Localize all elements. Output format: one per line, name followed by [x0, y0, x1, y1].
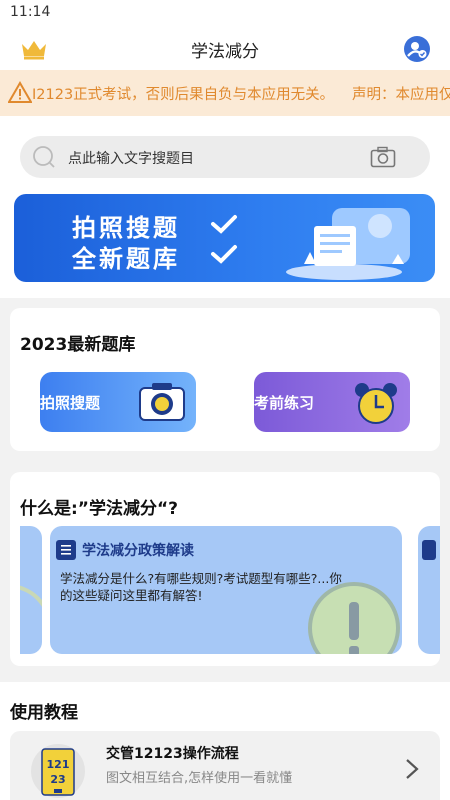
question-bank-card: 2023最新题库 拍照搜题 考前练习	[10, 308, 440, 451]
carousel-prev-card[interactable]	[20, 526, 42, 654]
alarm-clock-icon	[355, 383, 397, 424]
disclaimer-marquee: I2123正式考试，否则后果自负与本应用无关。 声明：本应用仅	[0, 70, 450, 116]
camera-icon[interactable]	[370, 146, 396, 168]
tutorial-item[interactable]: 121 23 交管12123操作流程 图文相互结合,怎样使用一看就懂	[10, 731, 440, 800]
tutorial-thumbnail: 121 23	[31, 744, 85, 798]
exclamation-icon	[308, 582, 400, 654]
photo-search-banner[interactable]: 拍照搜题 全新题库	[14, 194, 435, 282]
search-illustration	[286, 208, 410, 280]
checkmark-icon	[211, 215, 237, 234]
app-header: 学法减分	[0, 26, 450, 70]
exclamation-icon	[20, 585, 42, 654]
photo-search-label: 拍照搜题	[40, 394, 101, 412]
thumb-text-top: 121	[47, 758, 70, 771]
what-is-title: 什么是:”学法减分“?	[20, 499, 179, 519]
policy-card[interactable]: 学法减分政策解读 学法减分是什么?有哪些规则?考试题型有哪些?...你的这些疑问…	[50, 526, 402, 654]
question-bank-title: 2023最新题库	[20, 335, 136, 355]
status-bar: 11:14	[0, 0, 450, 26]
exam-practice-tile[interactable]: 考前练习	[254, 372, 410, 432]
tutorial-item-subtitle: 图文相互结合,怎样使用一看就懂	[106, 771, 293, 786]
photo-search-tile[interactable]: 拍照搜题	[40, 372, 196, 432]
search-placeholder: 点此输入文字搜题目	[68, 151, 194, 167]
chevron-right-icon	[406, 759, 419, 779]
tutorial-title: 使用教程	[10, 703, 78, 723]
thumb-text-bottom: 23	[50, 773, 65, 786]
banner-line-2: 全新题库	[72, 245, 180, 273]
search-icon	[33, 146, 55, 168]
disclaimer-text-continued: 声明：本应用仅	[352, 87, 450, 103]
policy-card-title: 学法减分政策解读	[82, 543, 194, 559]
tutorial-section: 使用教程 121 23 交管12123操作流程 图文相互结合,怎样使用一看就懂	[0, 682, 450, 800]
app-screen: 11:14 学法减分 I2123正式考试，否则后果自负与本应用无关。 声明：本应…	[0, 0, 450, 800]
camera-icon	[139, 383, 185, 421]
exam-practice-label: 考前练习	[254, 394, 315, 412]
page-title: 学法减分	[191, 42, 259, 62]
checkmark-icon	[211, 245, 237, 264]
tutorial-item-title: 交管12123操作流程	[106, 746, 239, 762]
document-icon	[56, 540, 76, 560]
document-icon	[422, 540, 436, 560]
disclaimer-text: I2123正式考试，否则后果自负与本应用无关。	[32, 87, 335, 103]
user-verified-icon[interactable]	[404, 36, 430, 62]
what-is-card: 什么是:”学法减分“? 学法减分政策解读 学法减分是什么?有哪些规则?考试题型有…	[10, 472, 440, 666]
carousel-next-card[interactable]	[418, 526, 440, 654]
search-bar[interactable]: 点此输入文字搜题目	[20, 136, 430, 178]
banner-line-1: 拍照搜题	[72, 214, 180, 242]
warning-icon	[8, 81, 32, 103]
status-time: 11:14	[10, 4, 51, 20]
